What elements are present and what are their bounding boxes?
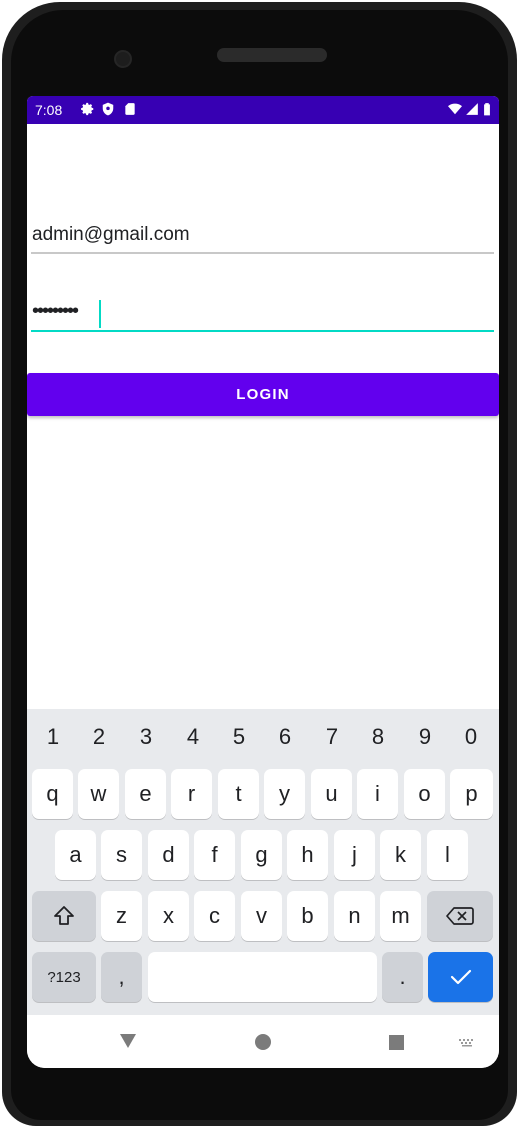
key-3[interactable]: 3 — [124, 717, 168, 757]
period-key[interactable]: . — [382, 952, 423, 1002]
key-4[interactable]: 4 — [171, 717, 215, 757]
shift-key[interactable] — [32, 891, 96, 941]
key-e[interactable]: e — [125, 769, 166, 819]
home-icon[interactable] — [255, 1034, 271, 1050]
sd-card-icon — [125, 103, 135, 115]
key-8[interactable]: 8 — [356, 717, 400, 757]
key-q[interactable]: q — [32, 769, 73, 819]
key-0[interactable]: 0 — [449, 717, 493, 757]
keyboard-switch-icon[interactable] — [458, 1038, 476, 1048]
key-d[interactable]: d — [148, 830, 189, 880]
status-bar: 7:08 — [27, 96, 499, 124]
status-time: 7:08 — [35, 102, 63, 118]
battery-icon — [484, 103, 490, 116]
email-field[interactable]: admin@gmail.com — [32, 224, 190, 246]
key-r[interactable]: r — [171, 769, 212, 819]
key-l[interactable]: l — [427, 830, 468, 880]
navigation-bar — [27, 1015, 499, 1068]
enter-key[interactable] — [428, 952, 493, 1002]
key-s[interactable]: s — [101, 830, 142, 880]
space-bar[interactable] — [148, 952, 377, 1002]
backspace-key[interactable] — [427, 891, 493, 941]
back-icon[interactable] — [120, 1034, 136, 1048]
signal-icon — [466, 103, 478, 115]
key-a[interactable]: a — [55, 830, 96, 880]
key-g[interactable]: g — [241, 830, 282, 880]
checkmark-icon — [450, 969, 471, 985]
key-t[interactable]: t — [218, 769, 259, 819]
wifi-icon — [448, 103, 462, 115]
soft-keyboard: 1 2 3 4 5 6 7 8 9 0 q w e r t y u i o p … — [27, 709, 499, 1015]
key-1[interactable]: 1 — [31, 717, 75, 757]
key-k[interactable]: k — [380, 830, 421, 880]
email-field-underline — [31, 252, 494, 254]
earpiece-speaker — [217, 48, 327, 62]
password-field-underline — [31, 330, 494, 332]
text-cursor — [99, 300, 101, 328]
key-o[interactable]: o — [404, 769, 445, 819]
backspace-icon — [446, 907, 474, 925]
key-y[interactable]: y — [264, 769, 305, 819]
key-6[interactable]: 6 — [263, 717, 307, 757]
key-x[interactable]: x — [148, 891, 189, 941]
key-9[interactable]: 9 — [403, 717, 447, 757]
key-p[interactable]: p — [450, 769, 493, 819]
key-c[interactable]: c — [194, 891, 235, 941]
app-screen: 7:08 admin@gmail.com ••••••••• LOGIN 1 2… — [27, 96, 499, 1068]
login-button[interactable]: LOGIN — [27, 373, 499, 416]
key-z[interactable]: z — [101, 891, 142, 941]
key-n[interactable]: n — [334, 891, 375, 941]
key-i[interactable]: i — [357, 769, 398, 819]
key-h[interactable]: h — [287, 830, 328, 880]
front-camera — [114, 50, 132, 68]
shield-icon — [102, 102, 114, 116]
key-u[interactable]: u — [311, 769, 352, 819]
comma-key[interactable]: , — [101, 952, 142, 1002]
shift-icon — [54, 906, 74, 925]
key-m[interactable]: m — [380, 891, 421, 941]
recents-icon[interactable] — [389, 1035, 404, 1050]
key-f[interactable]: f — [194, 830, 235, 880]
key-v[interactable]: v — [241, 891, 282, 941]
key-b[interactable]: b — [287, 891, 328, 941]
password-field[interactable]: ••••••••• — [32, 300, 79, 322]
key-2[interactable]: 2 — [77, 717, 121, 757]
key-5[interactable]: 5 — [217, 717, 261, 757]
settings-icon — [81, 102, 94, 116]
key-7[interactable]: 7 — [310, 717, 354, 757]
key-j[interactable]: j — [334, 830, 375, 880]
number-row: 1 2 3 4 5 6 7 8 9 0 — [27, 717, 499, 757]
key-w[interactable]: w — [78, 769, 119, 819]
symbols-key[interactable]: ?123 — [32, 952, 96, 1002]
